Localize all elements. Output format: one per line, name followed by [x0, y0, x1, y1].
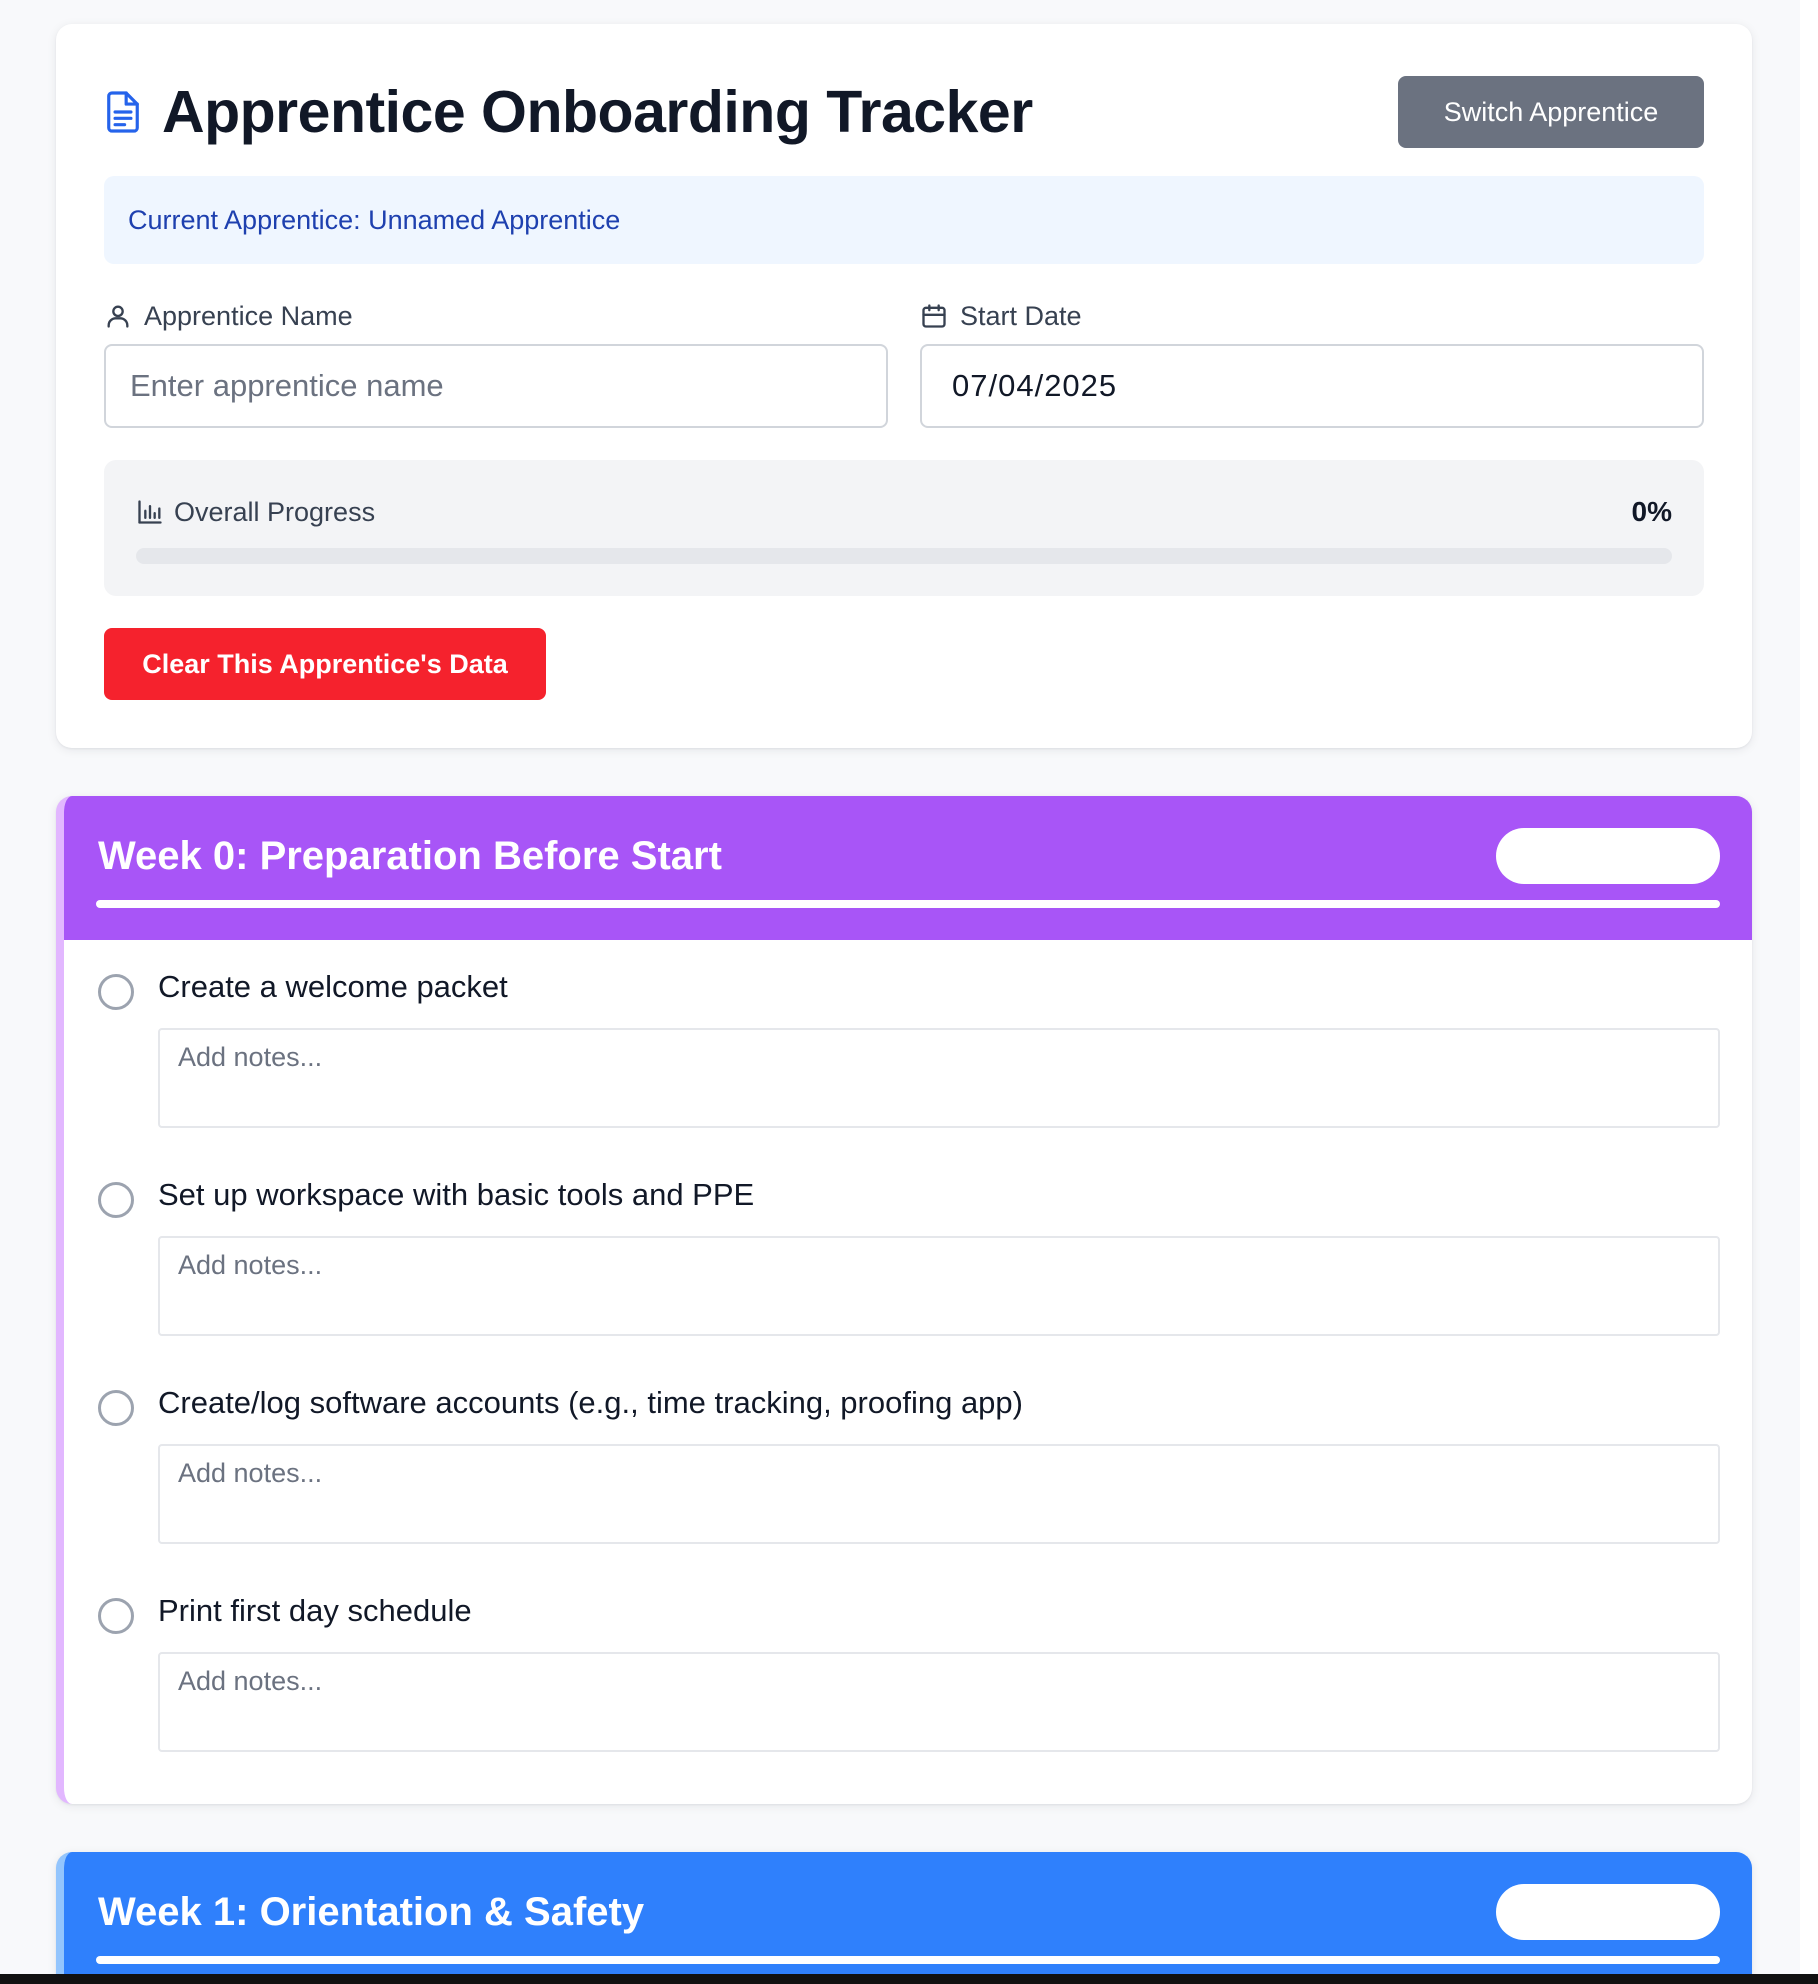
start-date-label: Start Date	[920, 296, 1082, 336]
start-date-input[interactable]	[920, 344, 1704, 428]
week-header: Week 1: Orientation & Safety	[64, 1852, 1752, 1984]
document-icon	[104, 88, 144, 136]
page-title: Apprentice Onboarding Tracker	[162, 79, 1033, 145]
task-item: Set up workspace with basic tools and PP…	[98, 1172, 1720, 1352]
switch-apprentice-button[interactable]: Switch Apprentice	[1398, 76, 1704, 148]
overall-progress-bar	[136, 548, 1672, 564]
task-notes-input[interactable]	[158, 1444, 1720, 1544]
start-date-label-text: Start Date	[960, 300, 1082, 331]
week-progress-bar	[96, 900, 1720, 908]
task-label: Create/log software accounts (e.g., time…	[158, 1385, 1023, 1420]
task-label: Create a welcome packet	[158, 969, 508, 1004]
week-progress-bar	[96, 1956, 1720, 1964]
week-progress-badge	[1496, 828, 1720, 884]
tracker-header-card: Apprentice Onboarding Tracker Switch App…	[56, 24, 1752, 748]
task-checkbox[interactable]	[98, 1390, 134, 1426]
page-edge	[1800, 0, 1818, 1984]
week-header: Week 0: Preparation Before Start	[64, 796, 1752, 940]
apprentice-name-label-text: Apprentice Name	[144, 300, 353, 331]
task-checkbox[interactable]	[98, 1182, 134, 1218]
week-card-1: Week 1: Orientation & Safety	[56, 1852, 1752, 1984]
week-progress-badge	[1496, 1884, 1720, 1940]
task-notes-input[interactable]	[158, 1028, 1720, 1128]
clear-apprentice-data-button[interactable]: Clear This Apprentice's Data	[104, 628, 546, 700]
bar-chart-icon	[136, 497, 164, 527]
apprentice-name-label: Apprentice Name	[104, 296, 353, 336]
week-card-0: Week 0: Preparation Before Start Create …	[56, 796, 1752, 1804]
calendar-icon	[920, 301, 948, 331]
current-apprentice-text: Current Apprentice: Unnamed Apprentice	[128, 204, 621, 235]
overall-progress-panel: Overall Progress 0%	[104, 460, 1704, 596]
task-checkbox[interactable]	[98, 1598, 134, 1634]
week-title: Week 0: Preparation Before Start	[98, 834, 722, 878]
user-icon	[104, 301, 132, 331]
task-notes-input[interactable]	[158, 1236, 1720, 1336]
task-item: Print first day schedule	[98, 1588, 1720, 1768]
task-label: Set up workspace with basic tools and PP…	[158, 1177, 755, 1212]
current-apprentice-banner: Current Apprentice: Unnamed Apprentice	[104, 176, 1704, 264]
screen-bottom-edge	[0, 1974, 1818, 1984]
title-row: Apprentice Onboarding Tracker Switch App…	[104, 76, 1704, 148]
task-notes-input[interactable]	[158, 1652, 1720, 1752]
week-title: Week 1: Orientation & Safety	[98, 1890, 645, 1934]
overall-progress-value: 0%	[1631, 496, 1672, 527]
overall-progress-text: Overall Progress	[174, 496, 376, 527]
apprentice-name-input[interactable]	[104, 344, 888, 428]
task-label: Print first day schedule	[158, 1593, 472, 1628]
task-checkbox[interactable]	[98, 974, 134, 1010]
overall-progress-label: Overall Progress	[136, 494, 375, 530]
task-item: Create/log software accounts (e.g., time…	[98, 1380, 1720, 1560]
task-item: Create a welcome packet	[98, 964, 1720, 1144]
